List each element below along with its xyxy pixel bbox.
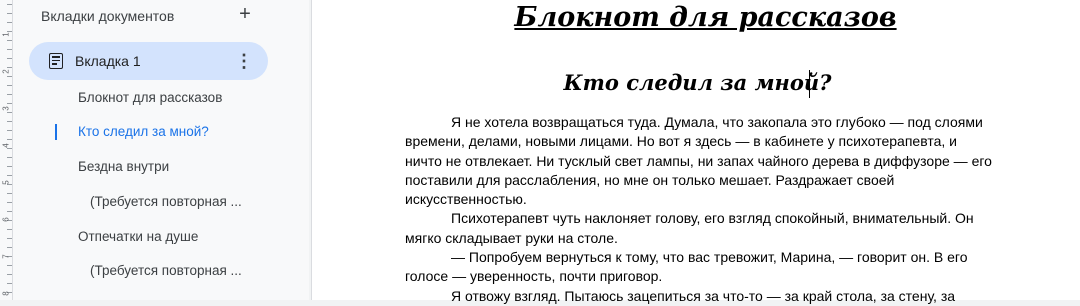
ruler-number: 7: [1, 254, 11, 259]
ruler-tick: [7, 238, 12, 239]
ruler-number: 5: [1, 180, 11, 185]
paragraph[interactable]: — Попробуем вернуться к тому, что вас тр…: [405, 248, 995, 287]
ruler-number: 4: [1, 143, 11, 148]
ruler-tick: [7, 94, 12, 95]
ruler-tick: [7, 265, 12, 266]
ruler-tick: [7, 211, 12, 212]
ruler-tick: [7, 157, 12, 158]
ruler-number: 6: [1, 217, 11, 222]
document-icon: [49, 53, 63, 69]
ruler-tick: [7, 202, 12, 203]
outline-item[interactable]: Блокнот для рассказов: [78, 90, 222, 105]
plus-icon: +: [239, 3, 251, 25]
outline-item[interactable]: (Требуется повторная ...: [90, 194, 242, 209]
paragraph[interactable]: Я не хотела возвращаться туда. Думала, ч…: [405, 113, 995, 209]
ruler-tick: [7, 49, 12, 50]
current-heading-indicator: [55, 124, 57, 140]
outline-item-current[interactable]: Кто следил за мной?: [78, 124, 209, 139]
paragraph[interactable]: Я отвожу взгляд. Пытаюсь зацепиться за ч…: [405, 287, 995, 306]
ruler-number: 1: [1, 32, 11, 37]
ruler-number: 2: [1, 69, 11, 74]
ruler-number: 3: [1, 106, 11, 111]
document-body[interactable]: Я не хотела возвращаться туда. Думала, ч…: [405, 113, 995, 306]
ruler-tick: [7, 166, 12, 167]
document-tabs-sidebar: Вкладки документов + Вкладка 1 ⋮ Блокнот…: [13, 0, 309, 300]
ruler-tick: [7, 121, 12, 122]
ruler-tick: [7, 58, 12, 59]
tab-label: Вкладка 1: [75, 53, 141, 69]
outline-item[interactable]: (Требуется повторная ...: [90, 263, 242, 278]
tab-item-1[interactable]: Вкладка 1 ⋮: [29, 42, 268, 80]
document-page[interactable]: Блокнот для рассказов Кто следил за мной…: [311, 0, 1080, 304]
ruler-tick: [7, 85, 12, 86]
ruler-tick: [7, 283, 12, 284]
ruler-tick: [7, 4, 12, 5]
paragraph[interactable]: Психотерапевт чуть наклоняет голову, его…: [405, 209, 995, 248]
ruler-tick: [7, 130, 12, 131]
ruler-tick: [7, 247, 12, 248]
ruler-number: 8: [1, 291, 11, 296]
text-cursor: [809, 70, 810, 98]
ruler-tick: [7, 13, 12, 14]
ruler-tick: [7, 22, 12, 23]
more-vert-icon[interactable]: ⋮: [235, 51, 253, 71]
vertical-ruler: 1 2 3 4 5 6 7 8: [0, 0, 13, 300]
document-title[interactable]: Блокнот для рассказов: [312, 2, 1080, 33]
sidebar-title: Вкладки документов: [41, 8, 175, 24]
document-heading[interactable]: Кто следил за мной?: [312, 70, 1080, 95]
outline-item[interactable]: Бездна внутри: [78, 159, 169, 174]
add-tab-button[interactable]: +: [233, 2, 257, 26]
ruler-tick: [7, 229, 12, 230]
ruler-tick: [7, 274, 12, 275]
outline-item[interactable]: Отпечатки на душе: [78, 229, 198, 244]
ruler-tick: [7, 193, 12, 194]
